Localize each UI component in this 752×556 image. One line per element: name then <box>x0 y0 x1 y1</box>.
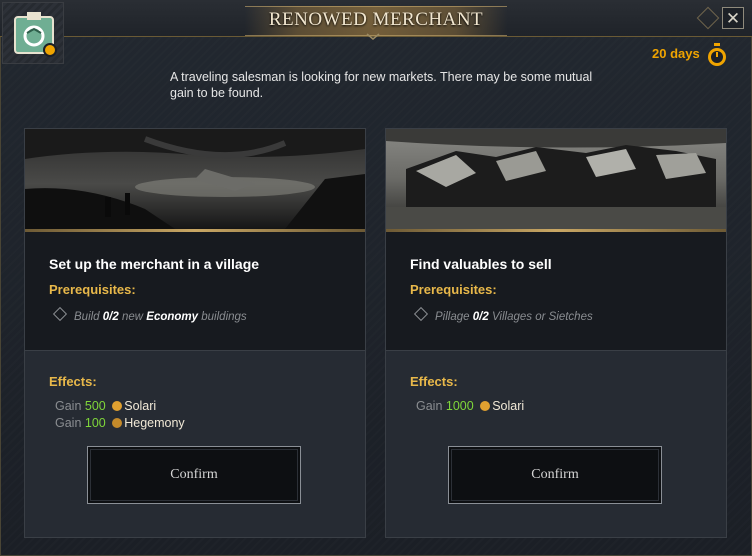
prerequisite-item: Pillage 0/2 Villages or Sietches <box>413 306 593 323</box>
dialog-title: RENOWED MERCHANT <box>268 9 484 30</box>
confirm-button[interactable]: Confirm <box>448 446 662 504</box>
chevron-down-icon <box>366 33 380 40</box>
option-card-merchant: Set up the merchant in a village Prerequ… <box>24 128 366 538</box>
prerequisite-item: Build 0/2 new Economy buildings <box>52 306 247 323</box>
prereq-highlight: Economy <box>146 311 199 323</box>
prereq-post: Villages or Sietches <box>491 311 593 323</box>
solari-icon <box>112 401 123 411</box>
prereq-post: buildings <box>201 311 247 323</box>
option-title: Find valuables to sell <box>410 256 552 272</box>
effect-item: Gain 100 Hegemony <box>55 416 185 430</box>
hegemony-icon <box>112 418 123 428</box>
pillage-valuables-illustration <box>386 129 726 229</box>
event-merchant-icon <box>14 12 57 57</box>
effects-heading: Effects: <box>410 374 458 389</box>
option-title: Set up the merchant in a village <box>49 256 260 272</box>
event-badge <box>2 2 64 64</box>
effect-verb: Gain <box>416 399 443 413</box>
prereq-pre: Build <box>74 311 100 323</box>
effect-amount: 500 <box>84 399 106 413</box>
option-card-valuables: Find valuables to sell Prerequisites: Pi… <box>385 128 727 538</box>
prerequisites-heading: Prerequisites: <box>410 282 497 297</box>
effects-heading: Effects: <box>49 374 97 389</box>
effect-resource: Hegemony <box>124 416 185 430</box>
prereq-count: 0/2 <box>472 311 489 323</box>
event-description: A traveling salesman is looking for new … <box>170 70 593 100</box>
effect-verb: Gain <box>55 416 82 430</box>
prereq-count: 0/2 <box>102 311 119 323</box>
effect-verb: Gain <box>55 399 82 413</box>
prereq-mid: new <box>121 311 144 323</box>
diamond-bullet-icon <box>52 306 68 322</box>
timer-label: 20 days <box>652 46 700 61</box>
effect-item: Gain 1000 Solari <box>416 399 524 413</box>
diamond-bullet-icon <box>413 306 429 322</box>
stopwatch-icon <box>708 43 726 66</box>
effect-item: Gain 500 Solari <box>55 399 156 413</box>
solari-icon <box>480 401 491 411</box>
merchant-village-illustration <box>25 129 365 229</box>
prereq-pre: Pillage <box>435 311 470 323</box>
effect-amount: 1000 <box>445 399 474 413</box>
prerequisites-heading: Prerequisites: <box>49 282 136 297</box>
effect-resource: Solari <box>492 399 525 413</box>
effect-amount: 100 <box>84 416 106 430</box>
close-button[interactable]: ✕ <box>722 7 744 29</box>
confirm-button[interactable]: Confirm <box>87 446 301 504</box>
effect-resource: Solari <box>124 399 157 413</box>
